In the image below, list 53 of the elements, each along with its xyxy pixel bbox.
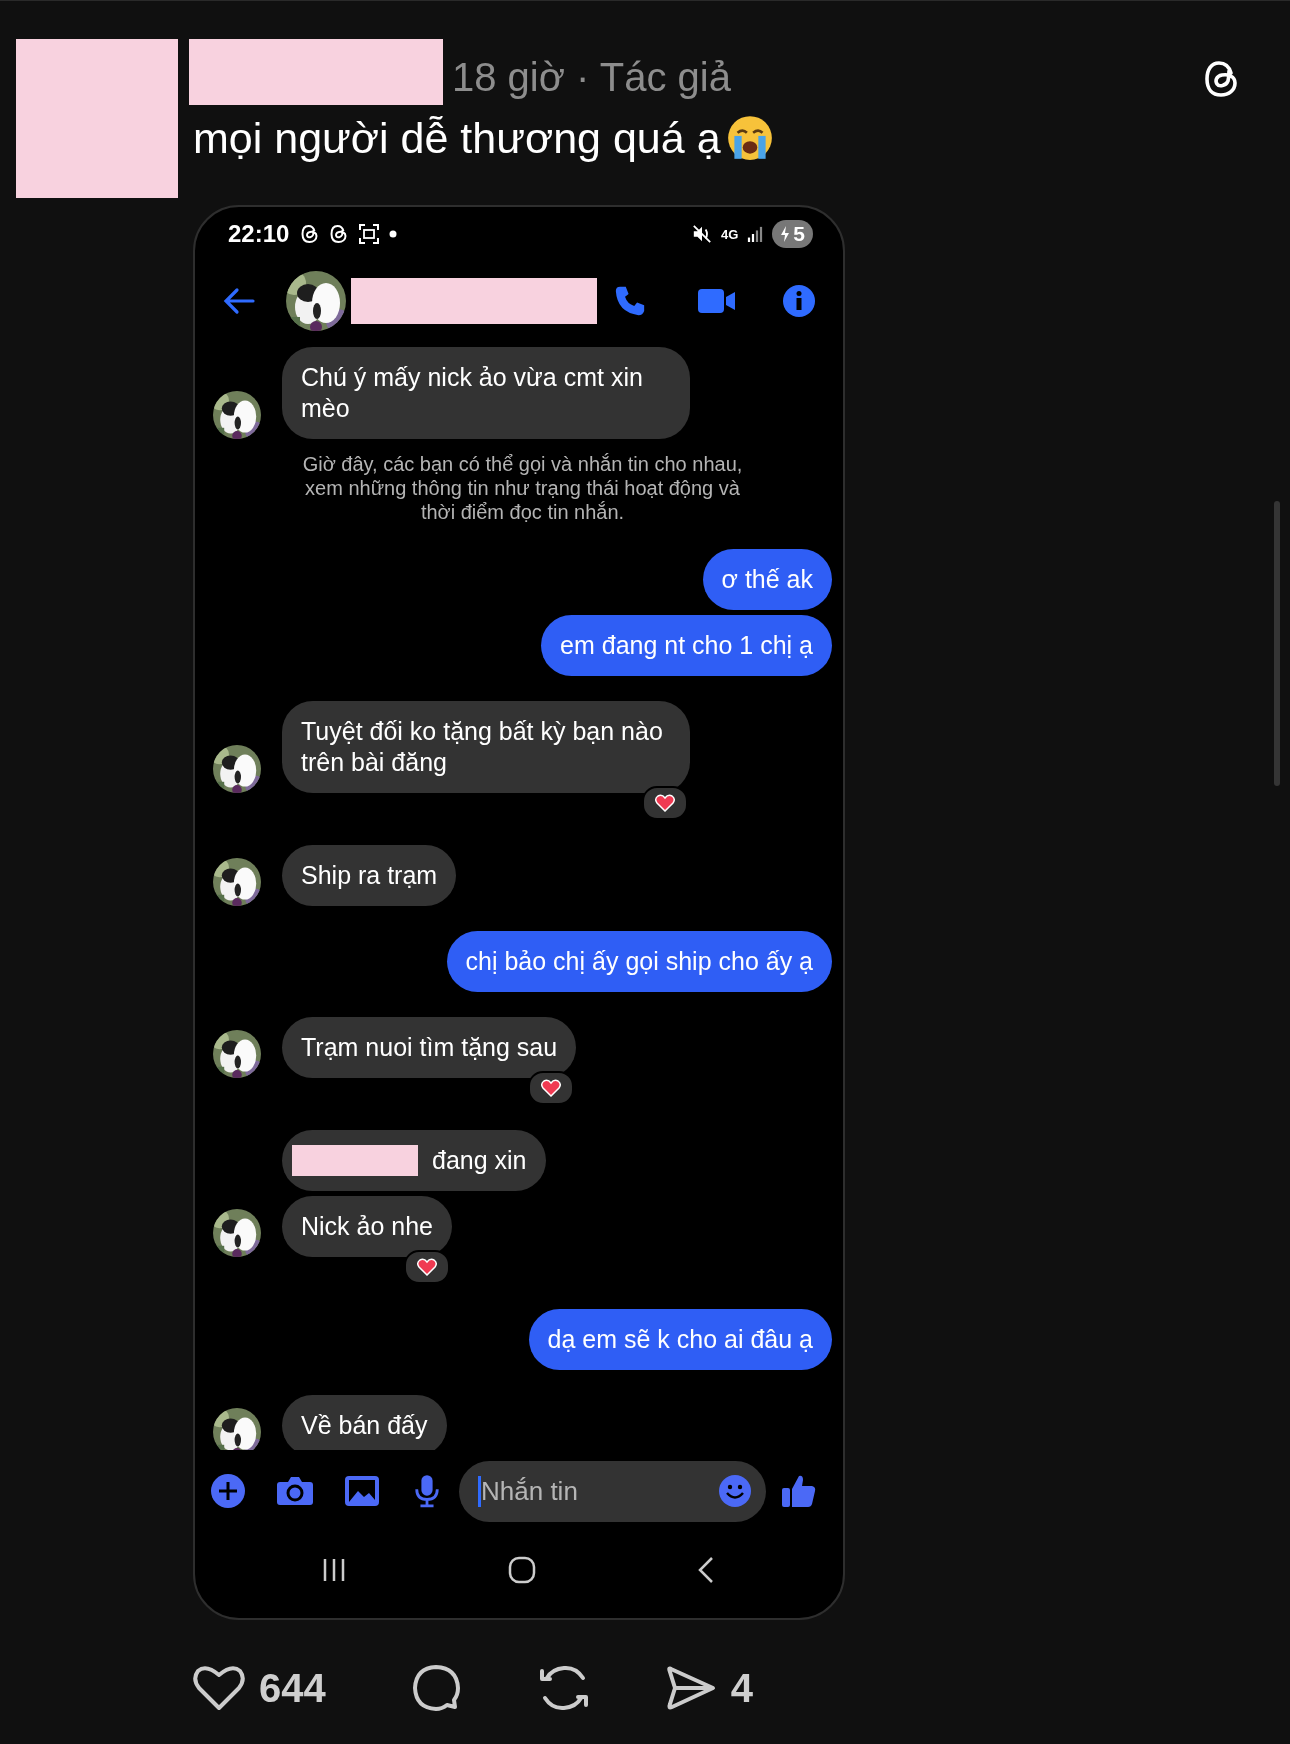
post-caption: mọi người dễ thương quá ạ	[193, 113, 721, 163]
emoji-icon[interactable]	[718, 1474, 752, 1508]
send-icon	[664, 1663, 717, 1713]
status-time: 22:10	[228, 220, 290, 248]
reaction-badge[interactable]	[404, 1250, 451, 1284]
message-bubble[interactable]: đang xin	[282, 1130, 546, 1191]
microphone-icon[interactable]	[413, 1473, 441, 1509]
message-bubble[interactable]: Tuyệt đối ko tặng bất kỳ bạn nào trên bài đăng	[282, 701, 690, 793]
message-field[interactable]: Nhắn tin	[459, 1460, 766, 1522]
message-input[interactable]: Nhắn tin	[481, 1475, 718, 1507]
info-icon[interactable]	[782, 284, 816, 318]
reaction-badge[interactable]	[642, 786, 688, 820]
message-bubble[interactable]: ơ thế ak	[702, 549, 832, 610]
network-indicator: 4G	[720, 227, 739, 241]
signal-icon	[747, 225, 764, 243]
mute-icon	[691, 224, 712, 244]
comment-icon[interactable]	[410, 1663, 463, 1713]
scrollbar[interactable]	[1274, 501, 1280, 786]
message-text: Ship ra trạm	[301, 860, 438, 891]
share-button[interactable]: 4	[664, 1663, 753, 1713]
message-text: Nick ảo nhe	[301, 1211, 434, 1242]
message-bubble[interactable]: Ship ra trạm	[282, 845, 457, 906]
reaction-badge[interactable]	[528, 1071, 575, 1105]
like-button[interactable]: 644	[193, 1665, 326, 1711]
image-icon[interactable]	[344, 1475, 380, 1507]
message-bubble[interactable]: Chú ý mấy nick ảo vừa cmt xin mèo	[282, 347, 690, 439]
message-bubble[interactable]: Trạm nuoi tìm tặng sau	[282, 1017, 577, 1078]
back-arrow-icon[interactable]	[223, 287, 255, 315]
heart-icon	[193, 1665, 245, 1711]
thumbs-up-icon[interactable]	[781, 1473, 817, 1509]
message-bubble[interactable]: Về bán đấy	[282, 1395, 447, 1450]
message-bubble[interactable]: Nick ảo nhe	[282, 1196, 453, 1257]
message-text: Chú ý mấy nick ảo vừa cmt xin mèo	[301, 362, 644, 424]
home-icon[interactable]	[508, 1556, 536, 1584]
message-bubble[interactable]: chị bảo chị ấy gọi ship cho ấy ạ	[446, 931, 832, 992]
message-text: đang xin	[432, 1145, 527, 1176]
phone-icon[interactable]	[613, 284, 647, 318]
message-text: Trạm nuoi tìm tặng sau	[301, 1032, 558, 1063]
message-text: Về bán đấy	[301, 1410, 428, 1441]
back-icon[interactable]	[697, 1556, 715, 1584]
camera-icon[interactable]	[276, 1475, 314, 1507]
screenshot-icon	[358, 223, 381, 245]
video-camera-icon[interactable]	[697, 287, 737, 315]
chat-notice: Giờ đây, các bạn có thể gọi và nhắn tin cho nhau, xem những thông tin như trạng thái hoạt động và thời điểm đọc tin nhắn.	[301, 452, 744, 524]
repost-icon[interactable]	[537, 1663, 590, 1713]
message-bubble[interactable]: dạ em sẽ k cho ai đâu ạ	[528, 1309, 832, 1370]
message-text: Tuyệt đối ko tặng bất kỳ bạn nào trên bài đăng	[301, 716, 664, 778]
post-meta: 18 giờ · Tác giả	[452, 54, 731, 100]
message-bubble[interactable]: em đang nt cho 1 chị ạ	[541, 615, 832, 676]
plus-icon[interactable]	[210, 1473, 246, 1509]
battery-indicator: 5	[772, 220, 813, 248]
recent-apps-icon[interactable]	[321, 1557, 347, 1583]
notification-dot-icon	[389, 230, 398, 238]
